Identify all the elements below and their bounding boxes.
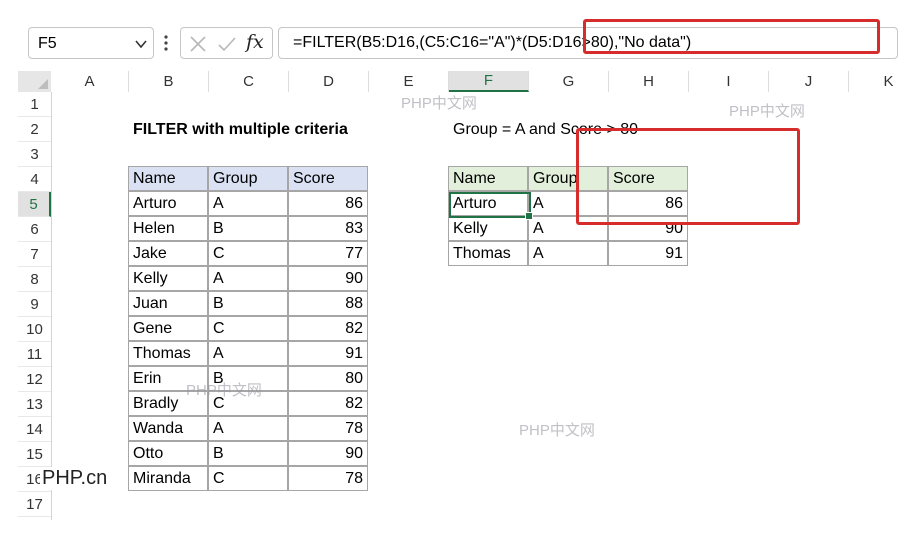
source-header-cell[interactable]: Name (128, 166, 208, 191)
insert-function-button[interactable]: fx (246, 31, 264, 53)
watermark: PHP中文网 (729, 103, 805, 120)
column-header-j[interactable]: J (769, 71, 849, 92)
row-header-17[interactable]: 17 (18, 492, 51, 517)
row-header-15[interactable]: 15 (18, 442, 51, 467)
row-header-1[interactable]: 1 (18, 92, 51, 117)
source-data-cell[interactable]: 82 (288, 316, 368, 341)
column-header-f[interactable]: F (449, 71, 529, 92)
result-data-cell[interactable]: Thomas (448, 241, 528, 266)
site-logo: PHP.cn (40, 467, 110, 490)
source-data-cell[interactable]: C (208, 316, 288, 341)
row-header-3[interactable]: 3 (18, 142, 51, 167)
source-data-cell[interactable]: 88 (288, 291, 368, 316)
source-data-cell[interactable]: 82 (288, 391, 368, 416)
result-data-cell[interactable]: Kelly (448, 216, 528, 241)
source-data-cell[interactable]: A (208, 416, 288, 441)
source-data-cell[interactable]: 78 (288, 466, 368, 491)
result-header-cell[interactable]: Name (448, 166, 528, 191)
source-data-cell[interactable]: C (208, 241, 288, 266)
source-data-cell[interactable]: Miranda (128, 466, 208, 491)
source-data-cell[interactable]: Helen (128, 216, 208, 241)
source-data-cell[interactable]: C (208, 466, 288, 491)
row-header-10[interactable]: 10 (18, 317, 51, 342)
column-header-b[interactable]: B (129, 71, 209, 92)
name-box-value: F5 (38, 35, 57, 52)
source-data-cell[interactable]: 83 (288, 216, 368, 241)
enter-check-icon[interactable] (217, 35, 237, 53)
row-header-9[interactable]: 9 (18, 292, 51, 317)
column-header-h[interactable]: H (609, 71, 689, 92)
active-cell-f5[interactable] (449, 192, 533, 220)
source-data-cell[interactable]: A (208, 191, 288, 216)
watermark: PHP中文网 (186, 382, 262, 399)
row-header-12[interactable]: 12 (18, 367, 51, 392)
source-data-cell[interactable]: Juan (128, 291, 208, 316)
source-header-cell[interactable]: Score (288, 166, 368, 191)
annotation-box-result (576, 128, 800, 225)
row-header-13[interactable]: 13 (18, 392, 51, 417)
chevron-down-icon[interactable] (135, 39, 147, 49)
column-header-g[interactable]: G (529, 71, 609, 92)
column-header-a[interactable]: A (51, 71, 129, 92)
source-data-cell[interactable]: 86 (288, 191, 368, 216)
cancel-icon[interactable] (189, 35, 207, 53)
source-data-cell[interactable]: 78 (288, 416, 368, 441)
source-data-cell[interactable]: Wanda (128, 416, 208, 441)
result-data-cell[interactable]: 91 (608, 241, 688, 266)
watermark: PHP中文网 (401, 95, 477, 112)
source-data-cell[interactable]: A (208, 266, 288, 291)
source-data-cell[interactable]: B (208, 441, 288, 466)
source-data-cell[interactable]: Kelly (128, 266, 208, 291)
formula-controls: fx (180, 27, 273, 59)
source-data-cell[interactable]: A (208, 341, 288, 366)
source-data-cell[interactable]: B (208, 291, 288, 316)
row-header-8[interactable]: 8 (18, 267, 51, 292)
row-header-7[interactable]: 7 (18, 242, 51, 267)
annotation-box-formula (583, 19, 880, 54)
column-header-e[interactable]: E (369, 71, 449, 92)
source-data-cell[interactable]: 90 (288, 266, 368, 291)
result-data-cell[interactable]: A (528, 241, 608, 266)
source-data-cell[interactable]: Jake (128, 241, 208, 266)
select-all-corner[interactable] (18, 71, 51, 92)
source-data-cell[interactable]: Gene (128, 316, 208, 341)
column-header-c[interactable]: C (209, 71, 289, 92)
source-data-cell[interactable]: Thomas (128, 341, 208, 366)
watermark: PHP中文网 (519, 422, 595, 439)
row-header-5[interactable]: 5 (18, 192, 51, 217)
source-data-cell[interactable]: 77 (288, 241, 368, 266)
fill-handle[interactable] (525, 212, 533, 220)
source-data-cell[interactable]: B (208, 216, 288, 241)
source-header-cell[interactable]: Group (208, 166, 288, 191)
source-data-cell[interactable]: Arturo (128, 191, 208, 216)
more-options-icon[interactable] (163, 33, 169, 53)
column-header-d[interactable]: D (289, 71, 369, 92)
column-header-i[interactable]: I (689, 71, 769, 92)
source-data-cell[interactable]: Otto (128, 441, 208, 466)
source-data-cell[interactable]: 80 (288, 366, 368, 391)
column-header-k[interactable]: K (849, 71, 911, 92)
cell-title-left[interactable]: FILTER with multiple criteria (129, 117, 389, 142)
row-header-4[interactable]: 4 (18, 167, 51, 192)
row-header-6[interactable]: 6 (18, 217, 51, 242)
name-box[interactable]: F5 (28, 27, 154, 59)
row-header-2[interactable]: 2 (18, 117, 51, 142)
row-header-11[interactable]: 11 (18, 342, 51, 367)
row-header-14[interactable]: 14 (18, 417, 51, 442)
source-data-cell[interactable]: 91 (288, 341, 368, 366)
source-data-cell[interactable]: 90 (288, 441, 368, 466)
